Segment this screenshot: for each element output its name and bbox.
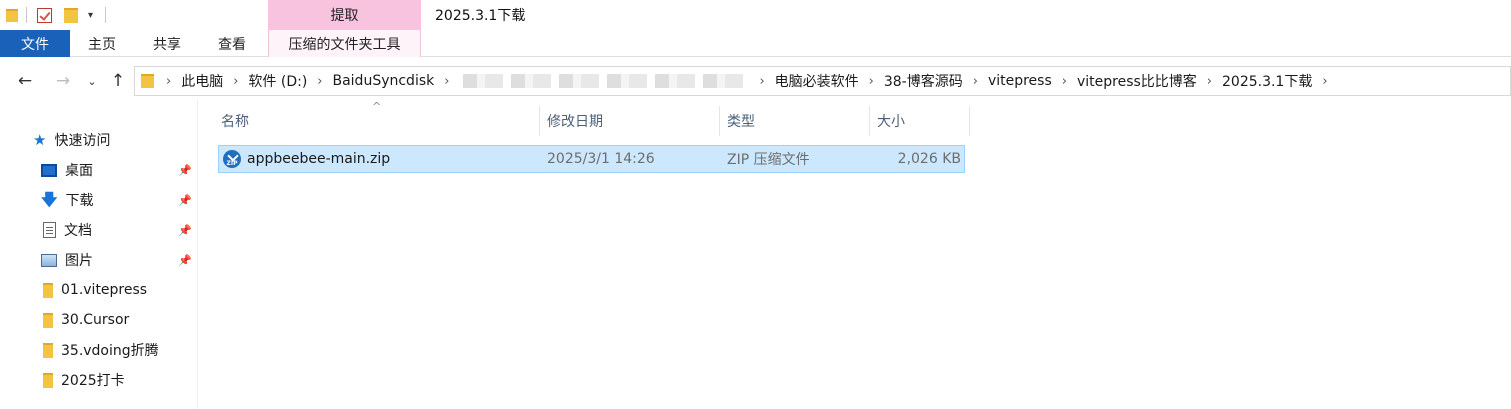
pin-icon[interactable]: 📌 xyxy=(178,254,192,267)
tab-share[interactable]: 共享 xyxy=(134,30,200,57)
chevron-right-icon[interactable]: › xyxy=(166,74,171,89)
pin-icon[interactable]: 📌 xyxy=(178,194,192,207)
breadcrumb-vitepress[interactable]: vitepress xyxy=(988,73,1052,89)
sidebar-item-01-vitepress[interactable]: 01.vitepress xyxy=(0,275,198,305)
column-divider[interactable] xyxy=(869,106,870,136)
chevron-right-icon[interactable]: › xyxy=(759,74,764,89)
sidebar-item-label: 快速访问 xyxy=(54,133,111,149)
sidebar-item-desktop[interactable]: 桌面 📌 xyxy=(0,155,198,185)
sidebar-item-label: 35.vdoing折腾 xyxy=(61,343,159,359)
customize-toolbar-dropdown-icon[interactable]: ▾ xyxy=(88,10,93,21)
address-bar[interactable]: › 此电脑 › 软件 (D:) › BaiduSyncdisk › › 电脑必装… xyxy=(134,66,1511,96)
breadcrumb-blog-source[interactable]: 38-博客源码 xyxy=(884,71,963,91)
sidebar-item-label: 图片 xyxy=(65,253,93,269)
toolbar-divider xyxy=(105,7,107,23)
chevron-right-icon[interactable]: › xyxy=(973,74,978,89)
column-divider[interactable] xyxy=(719,106,720,136)
redacted-path-segment xyxy=(463,74,746,88)
document-icon xyxy=(43,222,56,238)
recent-locations-chevron-icon[interactable]: ⌄ xyxy=(82,66,102,96)
star-icon: ★ xyxy=(33,130,47,149)
breadcrumb-essential-software[interactable]: 电脑必装软件 xyxy=(775,71,859,91)
breadcrumb-current-folder[interactable]: 2025.3.1下载 xyxy=(1222,71,1312,91)
file-list: ^ 名称 修改日期 类型 大小 ZIP appbeebee-main.zip 2… xyxy=(214,100,1511,409)
tab-home[interactable]: 主页 xyxy=(70,30,134,57)
breadcrumb-this-pc[interactable]: 此电脑 xyxy=(181,71,223,91)
pin-icon[interactable]: 📌 xyxy=(178,224,192,237)
sidebar-item-documents[interactable]: 文档 📌 xyxy=(0,215,198,245)
folder-icon xyxy=(43,312,53,328)
breadcrumb-baidusyncdisk[interactable]: BaiduSyncdisk xyxy=(332,73,434,89)
navigation-bar: ← → ⌄ ↑ › 此电脑 › 软件 (D:) › BaiduSyncdisk … xyxy=(0,66,1511,96)
forward-arrow-icon[interactable]: → xyxy=(50,66,76,96)
folder-icon xyxy=(6,8,18,22)
folder-icon xyxy=(43,372,53,388)
column-header-modified[interactable]: 修改日期 xyxy=(547,106,719,136)
breadcrumb: › 此电脑 › 软件 (D:) › BaiduSyncdisk › › 电脑必装… xyxy=(166,71,1338,91)
sidebar-item-label: 30.Cursor xyxy=(61,312,130,328)
sidebar-item-label: 文档 xyxy=(64,223,92,239)
properties-icon[interactable] xyxy=(37,7,52,23)
sidebar-item-30-cursor[interactable]: 30.Cursor xyxy=(0,305,198,335)
sidebar-item-label: 2025打卡 xyxy=(61,373,125,389)
sidebar-item-35-vdoing[interactable]: 35.vdoing折腾 xyxy=(0,335,198,365)
chevron-right-icon[interactable]: › xyxy=(1062,74,1067,89)
file-size: 2,026 KB xyxy=(897,151,961,167)
chevron-right-icon[interactable]: › xyxy=(1322,74,1327,89)
window-title: 2025.3.1下载 xyxy=(435,8,526,24)
column-header-name[interactable]: 名称 xyxy=(221,106,539,136)
file-type: ZIP 压缩文件 xyxy=(727,152,810,168)
up-arrow-icon[interactable]: ↑ xyxy=(106,66,130,96)
chevron-right-icon[interactable]: › xyxy=(444,74,449,89)
quick-access-toolbar: ▾ xyxy=(0,0,107,30)
sidebar-item-2025-checkin[interactable]: 2025打卡 xyxy=(0,365,198,395)
folder-icon xyxy=(141,74,154,88)
column-divider[interactable] xyxy=(539,106,540,136)
tab-file[interactable]: 文件 xyxy=(0,30,70,57)
sidebar-item-quick-access[interactable]: ★ 快速访问 xyxy=(0,125,198,155)
column-divider[interactable] xyxy=(969,106,970,136)
pin-icon[interactable]: 📌 xyxy=(178,164,192,177)
file-name: appbeebee-main.zip xyxy=(247,151,391,167)
back-arrow-icon[interactable]: ← xyxy=(12,66,38,96)
download-icon: 🡇 xyxy=(41,190,58,209)
sidebar-item-label: 01.vitepress xyxy=(61,282,148,298)
sidebar-item-label: 桌面 xyxy=(65,163,93,179)
context-tab-header-extract[interactable]: 提取 xyxy=(268,0,421,30)
sidebar-item-downloads[interactable]: 🡇 下载 📌 xyxy=(0,185,198,215)
chevron-right-icon[interactable]: › xyxy=(233,74,238,89)
title-bar: ▾ 提取 2025.3.1下载 xyxy=(0,0,1511,30)
breadcrumb-vitepress-blog[interactable]: vitepress比比博客 xyxy=(1077,71,1197,91)
tab-compressed-folder-tools[interactable]: 压缩的文件夹工具 xyxy=(268,30,421,57)
desktop-icon xyxy=(41,163,57,177)
tab-view[interactable]: 查看 xyxy=(200,30,264,57)
folder-icon xyxy=(43,342,53,358)
ribbon-tabs: 文件 主页 共享 查看 压缩的文件夹工具 xyxy=(0,30,1511,57)
file-name-cell: ZIP appbeebee-main.zip xyxy=(223,146,541,172)
navigation-pane: ★ 快速访问 桌面 📌 🡇 下载 📌 文档 📌 图片 📌 01.vitepres… xyxy=(0,100,198,409)
sidebar-item-label: 下载 xyxy=(65,193,94,209)
chevron-right-icon[interactable]: › xyxy=(869,74,874,89)
new-folder-icon[interactable] xyxy=(64,7,78,23)
toolbar-divider xyxy=(26,7,27,23)
chevron-right-icon[interactable]: › xyxy=(317,74,322,89)
folder-icon xyxy=(43,282,53,298)
file-modified: 2025/3/1 14:26 xyxy=(547,151,655,167)
table-row[interactable]: ZIP appbeebee-main.zip 2025/3/1 14:26 ZI… xyxy=(218,145,965,173)
pictures-icon xyxy=(41,253,57,267)
breadcrumb-drive-d[interactable]: 软件 (D:) xyxy=(248,71,307,91)
sidebar-item-pictures[interactable]: 图片 📌 xyxy=(0,245,198,275)
column-header-type[interactable]: 类型 xyxy=(727,106,869,136)
column-header-size[interactable]: 大小 xyxy=(877,106,969,136)
zip-icon: ZIP xyxy=(223,150,241,168)
chevron-right-icon[interactable]: › xyxy=(1207,74,1212,89)
